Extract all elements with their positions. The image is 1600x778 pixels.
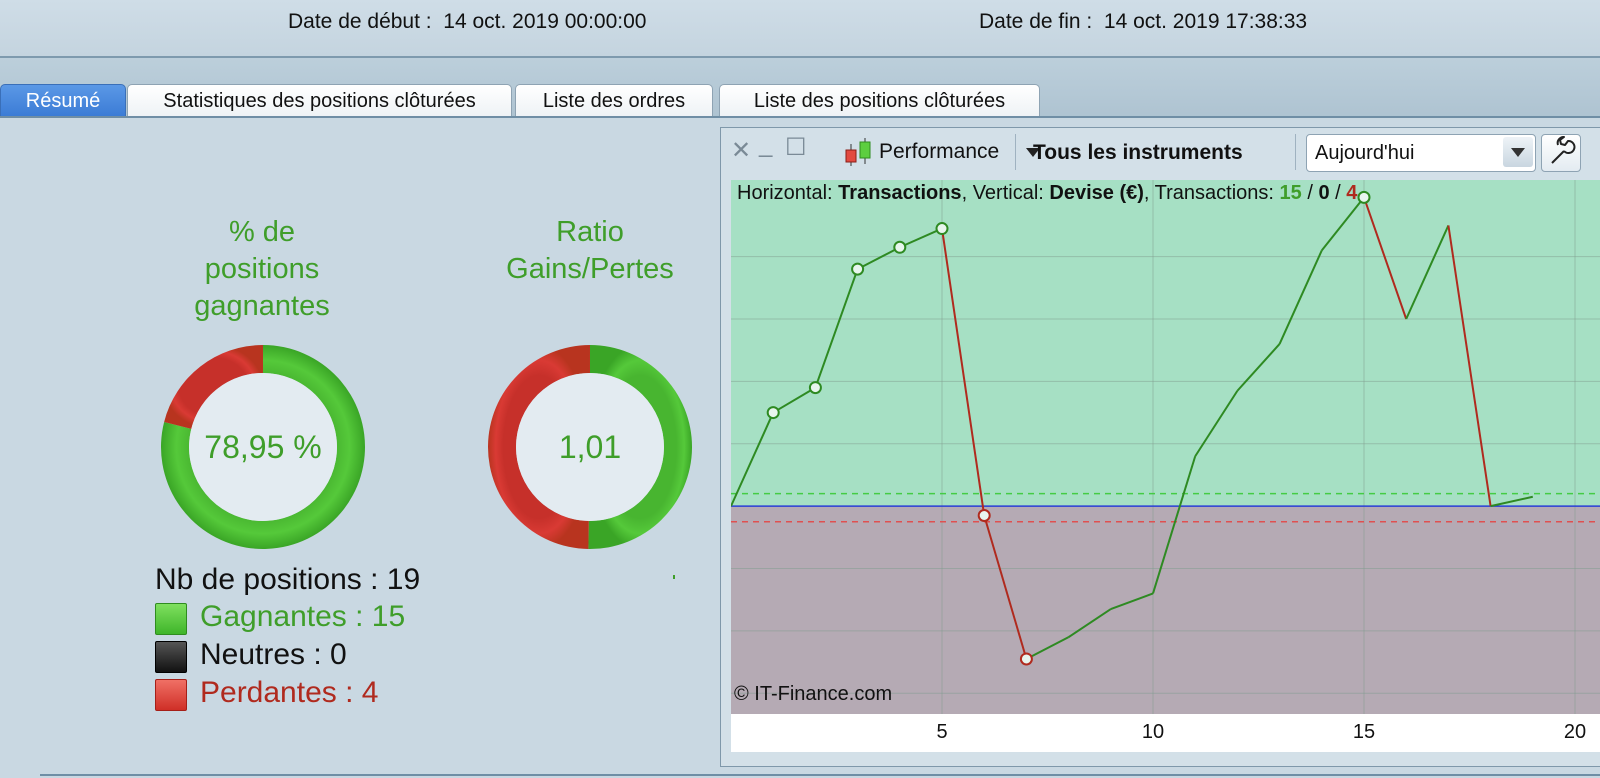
data-point xyxy=(766,406,780,420)
x-tick-label: 5 xyxy=(936,721,948,743)
maximize-icon[interactable]: ☐ xyxy=(785,133,807,162)
period-value: Aujourd'hui xyxy=(1315,142,1415,164)
end-date-label: Date de fin : 14 oct. 2019 17:38:33 xyxy=(979,10,1307,34)
report-header: Date de début : 14 oct. 2019 00:00:00 Da… xyxy=(0,0,1600,58)
bottom-divider xyxy=(40,774,1600,776)
lose-transactions: 4 xyxy=(1346,182,1358,204)
win-pct-title: % de positions gagnantes xyxy=(162,214,362,325)
ratio-title-line: Ratio xyxy=(556,216,624,248)
end-date-value: 14 oct. 2019 17:38:33 xyxy=(1103,10,1308,33)
transactions-label: Transactions: xyxy=(1154,182,1274,204)
data-point xyxy=(1357,190,1371,204)
data-point xyxy=(893,240,907,254)
x-tick-label: 20 xyxy=(1563,721,1587,743)
data-point xyxy=(808,381,822,395)
neutral-count: Neutres : 0 xyxy=(200,638,347,671)
end-date-caption: Date de fin : xyxy=(979,10,1093,33)
data-point xyxy=(1019,652,1033,666)
win-pct-value: 78,95 % xyxy=(204,429,322,465)
separator-slash: / xyxy=(1307,182,1313,204)
settings-button[interactable] xyxy=(1541,134,1581,172)
separator-slash: / xyxy=(1335,182,1341,204)
data-point xyxy=(851,262,865,276)
neutral-transactions: 0 xyxy=(1318,182,1330,204)
neutral-swatch xyxy=(155,641,187,673)
winning-count: Gagnantes : 15 xyxy=(200,600,406,633)
candlestick-icon xyxy=(845,138,871,166)
minimize-icon[interactable]: _ xyxy=(759,131,772,159)
performance-plot xyxy=(731,180,1600,714)
toolbar-separator xyxy=(1295,134,1296,170)
start-date-caption: Date de début : xyxy=(288,10,432,33)
tab-closed-positions-list[interactable]: Liste des positions clôturées xyxy=(719,84,1040,117)
plot-area: Horizontal: Transactions, Vertical: Devi… xyxy=(731,180,1600,714)
tab-orders-list[interactable]: Liste des ordres xyxy=(515,84,713,117)
start-date-label: Date de début : 14 oct. 2019 00:00:00 xyxy=(288,10,646,34)
tab-divider xyxy=(0,116,1600,118)
data-point xyxy=(935,222,949,236)
ratio-title: Ratio Gains/Pertes xyxy=(480,214,700,288)
ratio-title-line: Gains/Pertes xyxy=(506,253,674,285)
total-positions: Nb de positions : 19 xyxy=(155,563,421,596)
close-icon[interactable]: ✕ xyxy=(731,136,751,165)
ratio-tick-mark xyxy=(673,575,675,579)
win-pct-title-line: positions xyxy=(204,253,320,285)
win-pct-title-line: gagnantes xyxy=(194,290,330,322)
horizontal-label: Horizontal: xyxy=(737,182,833,204)
period-dropdown-button[interactable] xyxy=(1503,137,1533,167)
profit-zone xyxy=(731,180,1600,507)
performance-chart-window: ✕ _ ☐ Performance Tous les instruments A… xyxy=(720,127,1600,767)
vertical-value: Devise (€) xyxy=(1049,182,1144,204)
losing-swatch xyxy=(155,679,187,711)
x-tick-label: 10 xyxy=(1141,721,1165,743)
win-pct-title-line: % de xyxy=(228,216,296,248)
period-select[interactable]: Aujourd'hui xyxy=(1306,134,1536,172)
tab-resume[interactable]: Résumé xyxy=(0,84,126,117)
wrench-icon xyxy=(1551,136,1576,164)
copyright-text: © IT-Finance.com xyxy=(734,683,893,705)
win-transactions: 15 xyxy=(1279,182,1302,204)
chart-info-line: Horizontal: Transactions, Vertical: Devi… xyxy=(737,182,1358,204)
x-tick-label: 15 xyxy=(1352,721,1376,743)
horizontal-value: Transactions xyxy=(838,182,962,204)
x-axis: 5 10 15 20 xyxy=(731,714,1600,752)
data-point xyxy=(977,509,991,522)
instruments-filter[interactable]: Tous les instruments xyxy=(1033,141,1243,165)
chevron-down-icon xyxy=(1511,148,1525,157)
performance-label[interactable]: Performance xyxy=(879,140,999,164)
start-date-value: 14 oct. 2019 00:00:00 xyxy=(443,10,647,33)
toolbar-separator xyxy=(1015,134,1016,170)
winning-swatch xyxy=(155,603,187,635)
tab-closed-positions-stats[interactable]: Statistiques des positions clôturées xyxy=(127,84,512,117)
vertical-label: Vertical: xyxy=(972,182,1044,204)
ratio-value: 1,01 xyxy=(558,429,622,465)
losing-count: Perdantes : 4 xyxy=(200,676,379,709)
